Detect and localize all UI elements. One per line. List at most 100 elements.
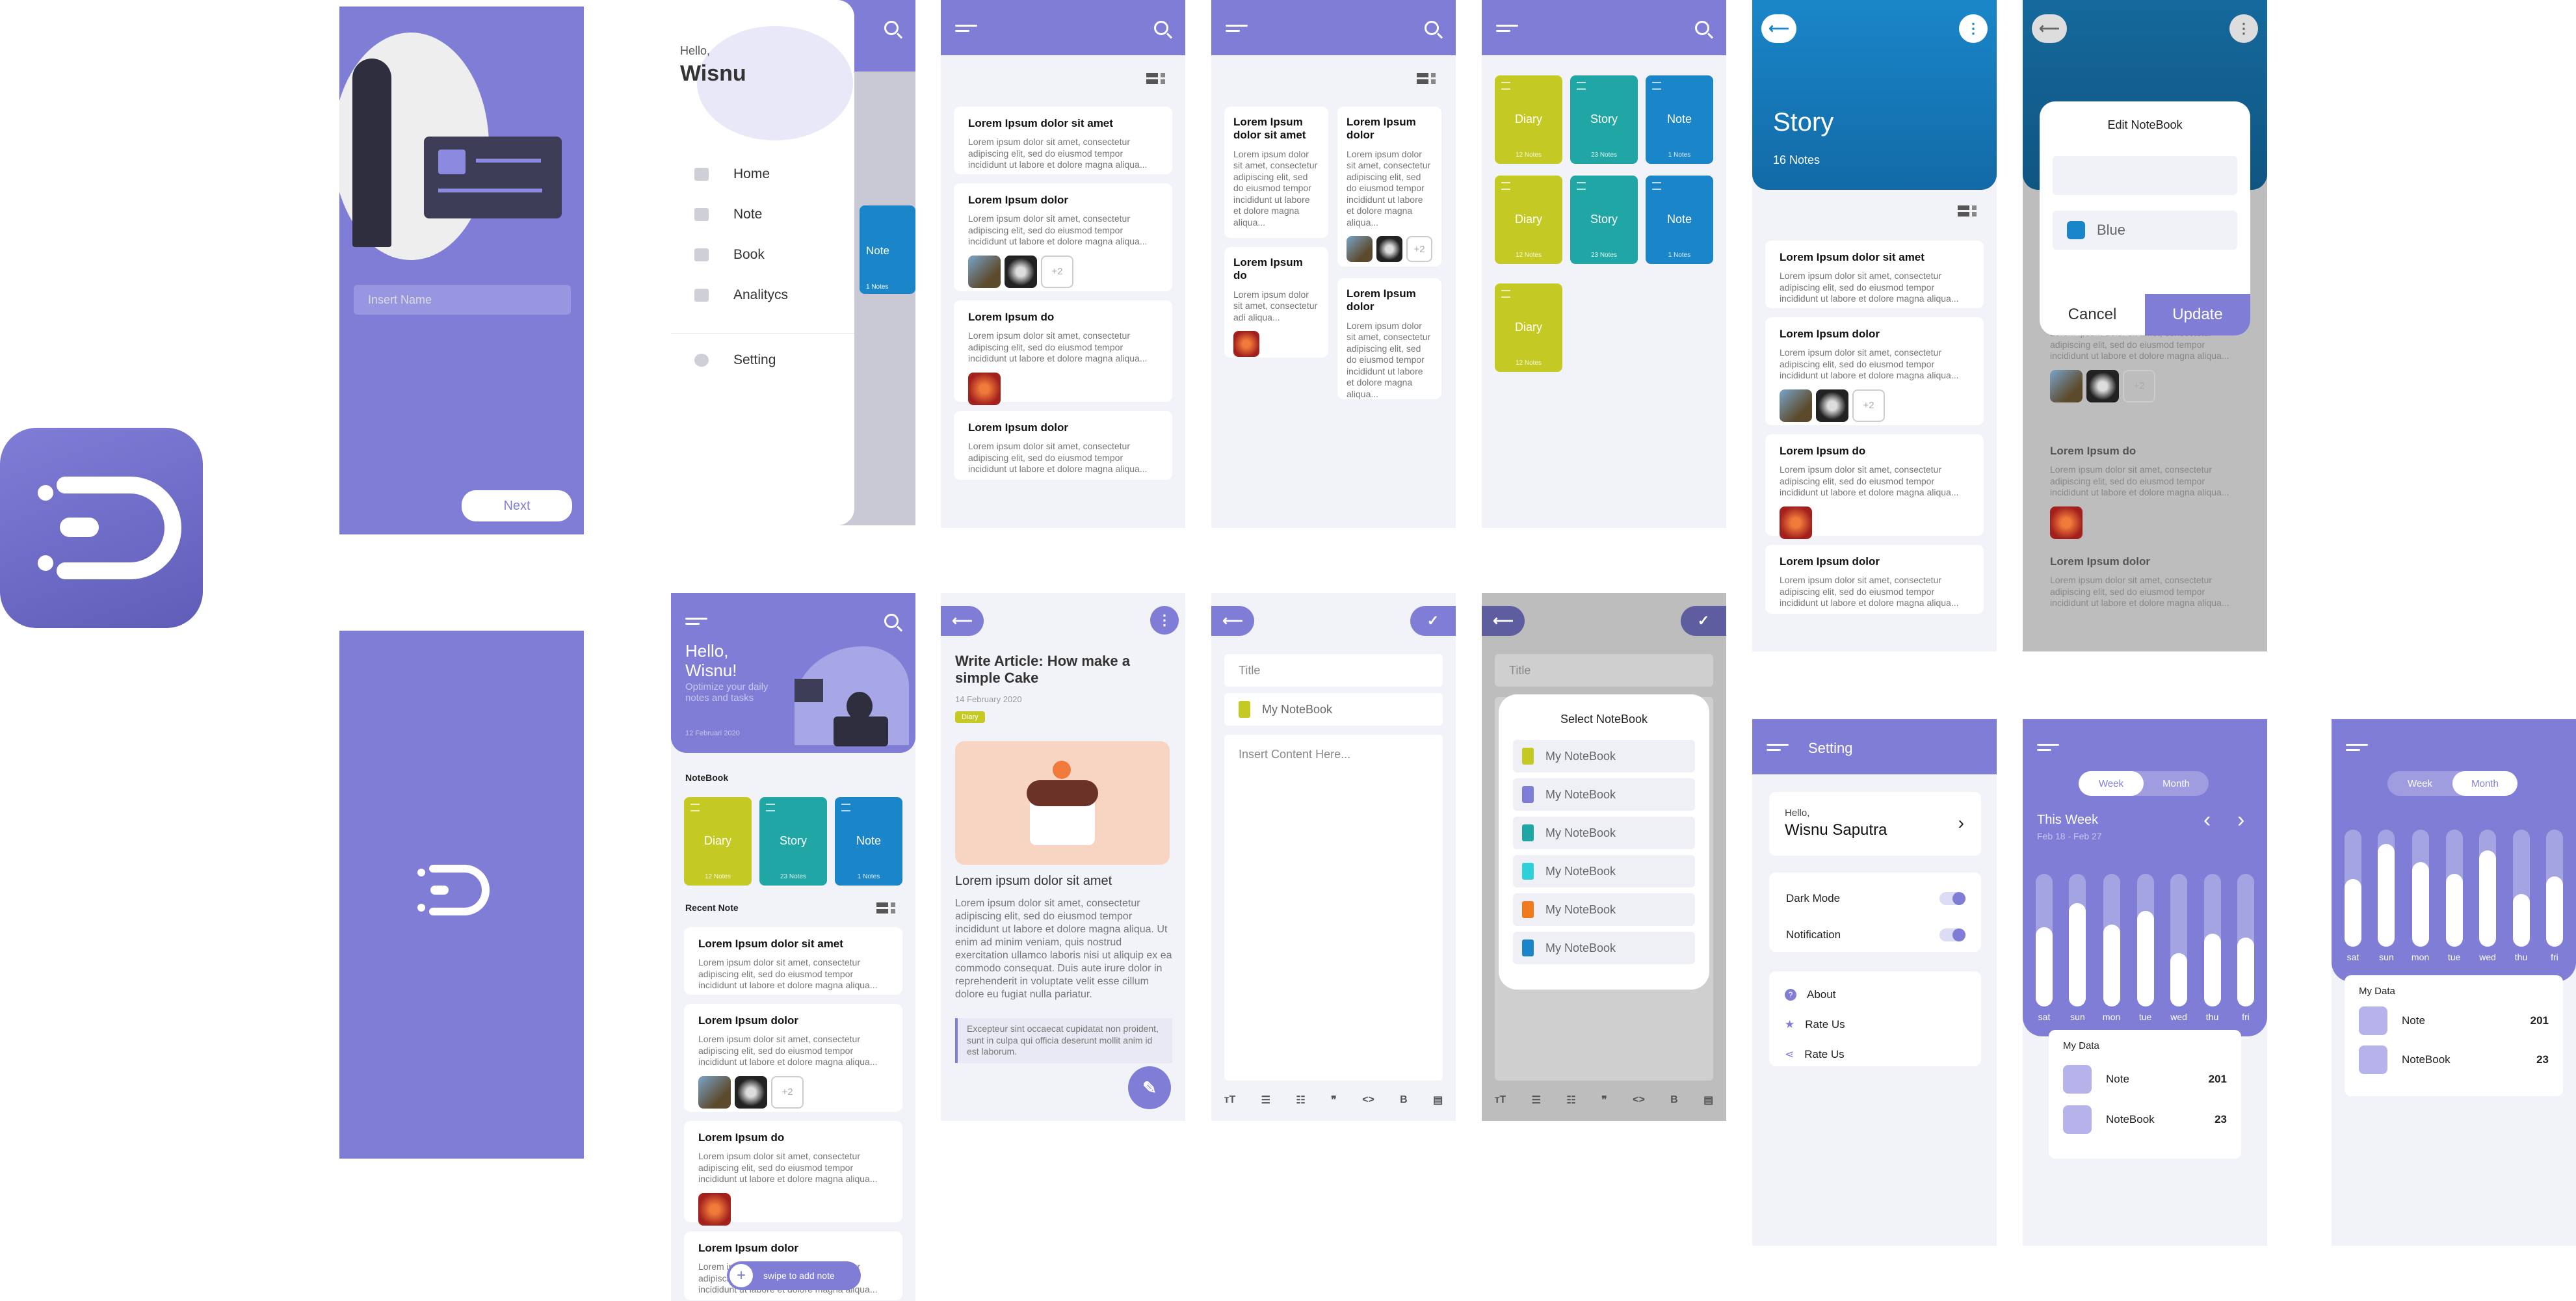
- notebook-option[interactable]: My NoteBook: [1513, 740, 1695, 772]
- title-input[interactable]: Title: [1224, 654, 1443, 687]
- notebook-option[interactable]: My NoteBook: [1513, 932, 1695, 964]
- more-images-badge[interactable]: +2: [1852, 389, 1885, 422]
- more-images-badge[interactable]: +2: [771, 1075, 804, 1109]
- thumbnail-image[interactable]: [1005, 255, 1037, 288]
- week-tab[interactable]: Week: [2387, 771, 2452, 796]
- thumbnail-image[interactable]: [1233, 331, 1259, 358]
- note-card[interactable]: Lorem Ipsum dolor sit amet Lorem ipsum do…: [684, 927, 902, 995]
- note-card[interactable]: Lorem Ipsum dolor sit amet Lorem ipsum do…: [954, 107, 1172, 174]
- thumbnail-image[interactable]: [1347, 236, 1373, 263]
- content-input[interactable]: Insert Content Here...: [1224, 735, 1443, 1081]
- note-card[interactable]: Lorem Ipsum do Lorem ipsum dolor sit amet…: [1224, 247, 1328, 358]
- thumbnail-image[interactable]: [698, 1192, 731, 1226]
- notebook-option[interactable]: My NoteBook: [1513, 893, 1695, 926]
- menu-icon[interactable]: [1496, 25, 1518, 34]
- more-options-icon[interactable]: ⋮: [1959, 14, 1988, 43]
- view-toggle-icon[interactable]: [1958, 205, 1984, 217]
- save-check-button[interactable]: ✓: [1410, 606, 1456, 636]
- thumbnail-image[interactable]: [1816, 389, 1848, 422]
- thumbnail-image[interactable]: [735, 1075, 767, 1109]
- prev-period-icon[interactable]: ‹: [2203, 808, 2211, 833]
- thumbnail-image[interactable]: [968, 255, 1001, 288]
- rate-us-item[interactable]: ★ Rate Us: [1785, 1018, 1845, 1031]
- numbered-list-icon[interactable]: ☷: [1296, 1094, 1305, 1107]
- menu-analytics[interactable]: Analitycs: [694, 287, 788, 303]
- swipe-add-note-button[interactable]: + swipe to add note: [727, 1261, 861, 1290]
- menu-icon[interactable]: [2037, 744, 2059, 753]
- note-card[interactable]: Lorem Ipsum dolor sit amet Lorem ipsum do…: [1224, 107, 1328, 238]
- notebook-note[interactable]: Note 1 Notes: [1646, 75, 1713, 164]
- back-button[interactable]: ⟵: [941, 606, 984, 636]
- thumbnail-image[interactable]: [1376, 236, 1402, 263]
- color-select[interactable]: Blue: [2053, 211, 2237, 250]
- menu-setting[interactable]: Setting: [694, 352, 776, 368]
- notebook-diary[interactable]: Diary 12 Notes: [684, 797, 752, 886]
- thumbnail-image[interactable]: [1780, 389, 1812, 422]
- text-size-icon[interactable]: тТ: [1224, 1094, 1236, 1106]
- menu-note[interactable]: Note: [694, 207, 762, 222]
- note-card[interactable]: Lorem Ipsum dolor Lorem ipsum dolor sit a…: [954, 411, 1172, 480]
- notebook-story[interactable]: Story 23 Notes: [759, 797, 827, 886]
- month-tab[interactable]: Month: [2452, 771, 2517, 796]
- back-button[interactable]: ⟵: [1211, 606, 1254, 636]
- view-toggle-icon[interactable]: [876, 902, 902, 914]
- notebook-diary[interactable]: Diary 12 Notes: [1495, 176, 1562, 264]
- notebook-story[interactable]: Story 23 Notes: [1570, 176, 1638, 264]
- more-options-icon[interactable]: ⋮: [2229, 14, 2258, 43]
- menu-book[interactable]: Book: [694, 247, 765, 263]
- notebook-note[interactable]: Note 1 Notes: [835, 797, 902, 886]
- share-item[interactable]: ⋖ Rate Us: [1785, 1048, 1845, 1061]
- notebook-diary[interactable]: Diary 12 Notes: [1495, 283, 1562, 372]
- thumbnail-image[interactable]: [968, 372, 1001, 405]
- note-card[interactable]: Lorem Ipsum do Lorem ipsum dolor sit amet…: [684, 1121, 902, 1226]
- notebook-option[interactable]: My NoteBook: [1513, 817, 1695, 849]
- quote-icon[interactable]: ❞: [1331, 1094, 1337, 1107]
- update-button[interactable]: Update: [2145, 294, 2250, 335]
- note-card[interactable]: Lorem Ipsum dolor sit amet Lorem ipsum do…: [1765, 241, 1984, 308]
- view-toggle-icon[interactable]: [1417, 73, 1443, 85]
- code-icon[interactable]: <>: [1362, 1094, 1374, 1106]
- next-period-icon[interactable]: ›: [2237, 808, 2244, 833]
- thumbnail-image[interactable]: [698, 1075, 731, 1109]
- search-icon[interactable]: [1695, 21, 1709, 35]
- bullet-list-icon[interactable]: ☰: [1261, 1094, 1270, 1107]
- bold-icon[interactable]: B: [1400, 1094, 1408, 1106]
- back-button[interactable]: ⟵: [2032, 14, 2067, 43]
- dark-mode-toggle[interactable]: [1939, 892, 1965, 905]
- search-icon[interactable]: [1425, 21, 1439, 35]
- save-check-button[interactable]: ✓: [1681, 606, 1726, 636]
- notebook-option[interactable]: My NoteBook: [1513, 778, 1695, 811]
- thumbnail-image[interactable]: [1780, 506, 1812, 539]
- more-images-badge[interactable]: +2: [1041, 255, 1073, 288]
- notebook-name-input[interactable]: [2053, 156, 2237, 195]
- menu-icon[interactable]: [955, 25, 977, 34]
- note-card[interactable]: Lorem Ipsum dolor Lorem ipsum dolor sit a…: [954, 183, 1172, 291]
- month-tab[interactable]: Month: [2144, 771, 2209, 796]
- image-icon[interactable]: ▤: [1433, 1094, 1443, 1107]
- name-input[interactable]: Insert Name: [354, 285, 571, 315]
- menu-home[interactable]: Home: [694, 166, 770, 182]
- edit-button[interactable]: ✎: [1128, 1066, 1171, 1109]
- note-card[interactable]: Lorem Ipsum dolor Lorem ipsum dolor sit a…: [684, 1004, 902, 1112]
- menu-icon[interactable]: [1767, 744, 1789, 753]
- more-options-icon[interactable]: ⋮: [1150, 606, 1179, 635]
- search-icon[interactable]: [884, 614, 899, 628]
- next-button[interactable]: Next: [462, 490, 572, 521]
- notebook-option[interactable]: My NoteBook: [1513, 855, 1695, 887]
- note-card[interactable]: Lorem Ipsum dolor Lorem ipsum dolor sit a…: [1765, 545, 1984, 614]
- week-month-toggle[interactable]: Week Month: [2079, 771, 2209, 796]
- menu-icon[interactable]: [1226, 25, 1248, 34]
- note-card[interactable]: Lorem Ipsum do Lorem ipsum dolor sit amet…: [1765, 434, 1984, 539]
- notification-toggle[interactable]: [1939, 928, 1965, 941]
- about-item[interactable]: ? About: [1785, 988, 1835, 1001]
- cancel-button[interactable]: Cancel: [2040, 294, 2145, 335]
- back-button[interactable]: ⟵: [1761, 14, 1796, 43]
- week-month-toggle[interactable]: Week Month: [2387, 771, 2517, 796]
- search-icon[interactable]: [884, 21, 899, 35]
- menu-icon[interactable]: [685, 618, 707, 627]
- view-toggle-icon[interactable]: [1146, 73, 1172, 85]
- menu-icon[interactable]: [2346, 744, 2368, 753]
- note-card[interactable]: Lorem Ipsum dolor Lorem ipsum dolor sit a…: [1765, 317, 1984, 425]
- profile-card[interactable]: Hello, Wisnu Saputra ›: [1769, 792, 1981, 856]
- note-card[interactable]: Lorem Ipsum dolor Lorem ipsum dolor sit a…: [1337, 278, 1441, 399]
